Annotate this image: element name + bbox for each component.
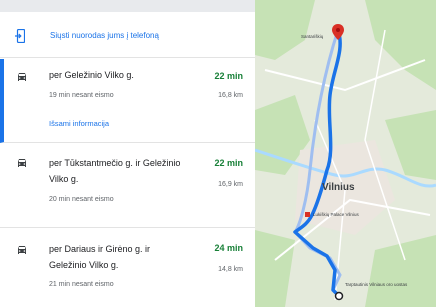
hotel-poi-icon[interactable] [305, 212, 310, 217]
origin-marker-icon[interactable] [334, 291, 344, 301]
route-distance: 16,8 km [218, 92, 243, 99]
route-duration: 22 min [214, 158, 243, 168]
panel-top-bar [0, 0, 255, 12]
car-icon [18, 73, 26, 81]
route-no-traffic-time: 21 min nesant eismo [49, 281, 114, 288]
city-label: Vilnius [322, 182, 355, 193]
route-duration: 24 min [214, 243, 243, 253]
send-to-phone-row[interactable]: Siųsti nuorodas jums į telefoną [0, 12, 255, 58]
map-canvas[interactable]: Vilnius Santariškių Tarptautinis Vilniau… [255, 0, 436, 307]
route-map[interactable]: Vilnius Santariškių Tarptautinis Vilniau… [255, 0, 436, 307]
route-option-2[interactable]: per Tūkstantmečio g. ir Geležinio Vilko … [0, 144, 255, 228]
route-duration: 22 min [214, 71, 243, 81]
details-link[interactable]: Išsami informacija [49, 119, 109, 128]
route-no-traffic-time: 19 min nesant eismo [49, 92, 114, 99]
car-icon [18, 246, 26, 254]
send-to-phone-label[interactable]: Siųsti nuorodas jums į telefoną [50, 31, 159, 40]
route-title: per Dariaus ir Girėno g. ir Geležinio Vi… [49, 244, 151, 270]
route-no-traffic-time: 20 min nesant eismo [49, 196, 114, 203]
route-distance: 16,9 km [218, 181, 243, 188]
end-place-label: Tarptautinis Vilniaus oro uostas [345, 282, 408, 287]
directions-panel: Siųsti nuorodas jums į telefoną per Gele… [0, 0, 255, 307]
route-title: per Geležinio Vilko g. [49, 70, 134, 80]
route-option-3[interactable]: per Dariaus ir Girėno g. ir Geležinio Vi… [0, 229, 255, 307]
route-distance: 14,8 km [218, 266, 243, 273]
start-place-label: Santariškių [301, 34, 324, 39]
poi-label: Lukiškių Palace Vilnius [313, 212, 359, 217]
pin-center [336, 28, 340, 32]
car-icon [18, 159, 26, 167]
send-to-phone-icon [15, 29, 25, 43]
route-title: per Tūkstantmečio g. ir Geležinio Vilko … [49, 158, 181, 184]
route-option-1[interactable]: per Geležinio Vilko g. 22 min 19 min nes… [0, 59, 255, 143]
